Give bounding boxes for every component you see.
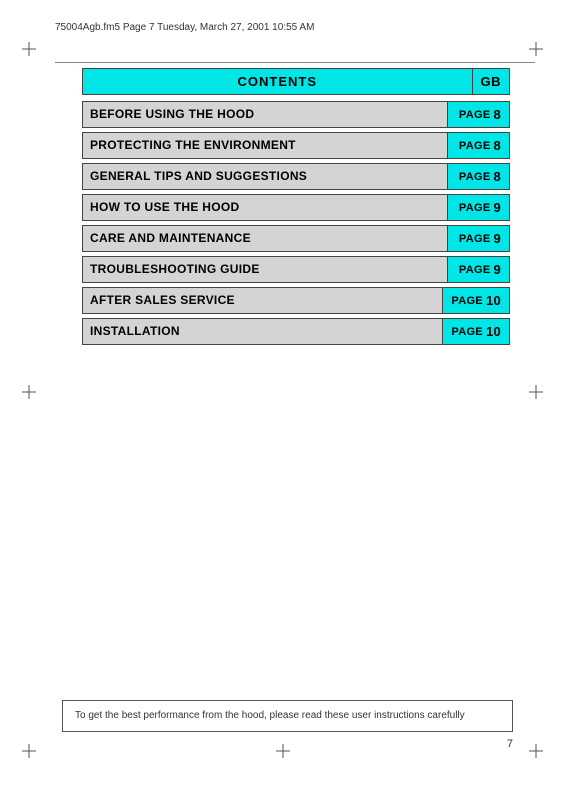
toc-page-3: PAGE 9 xyxy=(447,195,509,220)
toc-row-2: GENERAL TIPS AND SUGGESTIONSPAGE 8 xyxy=(82,163,510,190)
crosshair-bottom-left xyxy=(22,744,36,758)
crosshair-top-right xyxy=(529,42,543,56)
page-number: 7 xyxy=(507,738,513,750)
contents-header: CONTENTS GB xyxy=(82,68,510,95)
crosshair-mid-right xyxy=(529,385,543,399)
toc-label-6: AFTER SALES SERVICE xyxy=(83,288,442,313)
toc-page-text-4: PAGE xyxy=(459,233,491,245)
bottom-note: To get the best performance from the hoo… xyxy=(62,700,513,732)
toc-page-text-3: PAGE xyxy=(459,202,491,214)
toc-row-0: BEFORE USING THE HOODPAGE 8 xyxy=(82,101,510,128)
toc-page-num-5: 9 xyxy=(493,262,501,277)
toc-page-1: PAGE 8 xyxy=(447,133,509,158)
crosshair-bottom-mid xyxy=(276,744,290,758)
toc-row-4: CARE AND MAINTENANCEPAGE 9 xyxy=(82,225,510,252)
toc-page-0: PAGE 8 xyxy=(447,102,509,127)
main-content: CONTENTS GB BEFORE USING THE HOODPAGE 8P… xyxy=(82,68,510,349)
header-divider xyxy=(55,62,535,63)
toc-page-2: PAGE 8 xyxy=(447,164,509,189)
toc-label-7: INSTALLATION xyxy=(83,319,442,344)
toc-page-text-2: PAGE xyxy=(459,171,491,183)
toc-row-1: PROTECTING THE ENVIRONMENTPAGE 8 xyxy=(82,132,510,159)
toc-label-4: CARE AND MAINTENANCE xyxy=(83,226,447,251)
file-info: 75004Agb.fm5 Page 7 Tuesday, March 27, 2… xyxy=(55,22,314,33)
toc-page-num-3: 9 xyxy=(493,200,501,215)
crosshair-mid-left xyxy=(22,385,36,399)
toc-page-text-6: PAGE xyxy=(451,295,483,307)
page: 75004Agb.fm5 Page 7 Tuesday, March 27, 2… xyxy=(0,0,565,800)
toc-page-6: PAGE 10 xyxy=(442,288,509,313)
toc-page-num-1: 8 xyxy=(493,138,501,153)
contents-gb: GB xyxy=(473,68,511,95)
crosshair-top-left xyxy=(22,42,36,56)
toc-label-0: BEFORE USING THE HOOD xyxy=(83,102,447,127)
toc-label-2: GENERAL TIPS AND SUGGESTIONS xyxy=(83,164,447,189)
toc-row-7: INSTALLATIONPAGE 10 xyxy=(82,318,510,345)
toc-page-num-4: 9 xyxy=(493,231,501,246)
toc-row-5: TROUBLESHOOTING GUIDEPAGE 9 xyxy=(82,256,510,283)
toc-label-3: HOW TO USE THE HOOD xyxy=(83,195,447,220)
toc-page-num-0: 8 xyxy=(493,107,501,122)
toc-row-6: AFTER SALES SERVICEPAGE 10 xyxy=(82,287,510,314)
toc-page-4: PAGE 9 xyxy=(447,226,509,251)
toc-list: BEFORE USING THE HOODPAGE 8PROTECTING TH… xyxy=(82,101,510,349)
toc-page-text-7: PAGE xyxy=(451,326,483,338)
crosshair-bottom-right xyxy=(529,744,543,758)
toc-page-num-7: 10 xyxy=(486,324,501,339)
toc-page-num-6: 10 xyxy=(486,293,501,308)
toc-label-1: PROTECTING THE ENVIRONMENT xyxy=(83,133,447,158)
toc-row-3: HOW TO USE THE HOODPAGE 9 xyxy=(82,194,510,221)
toc-page-text-5: PAGE xyxy=(459,264,491,276)
contents-title: CONTENTS xyxy=(82,68,473,95)
header-bar: 75004Agb.fm5 Page 7 Tuesday, March 27, 2… xyxy=(55,22,535,33)
toc-page-text-0: PAGE xyxy=(459,109,491,121)
toc-label-5: TROUBLESHOOTING GUIDE xyxy=(83,257,447,282)
toc-page-text-1: PAGE xyxy=(459,140,491,152)
toc-page-5: PAGE 9 xyxy=(447,257,509,282)
bottom-note-text: To get the best performance from the hoo… xyxy=(75,710,465,721)
toc-page-7: PAGE 10 xyxy=(442,319,509,344)
toc-page-num-2: 8 xyxy=(493,169,501,184)
